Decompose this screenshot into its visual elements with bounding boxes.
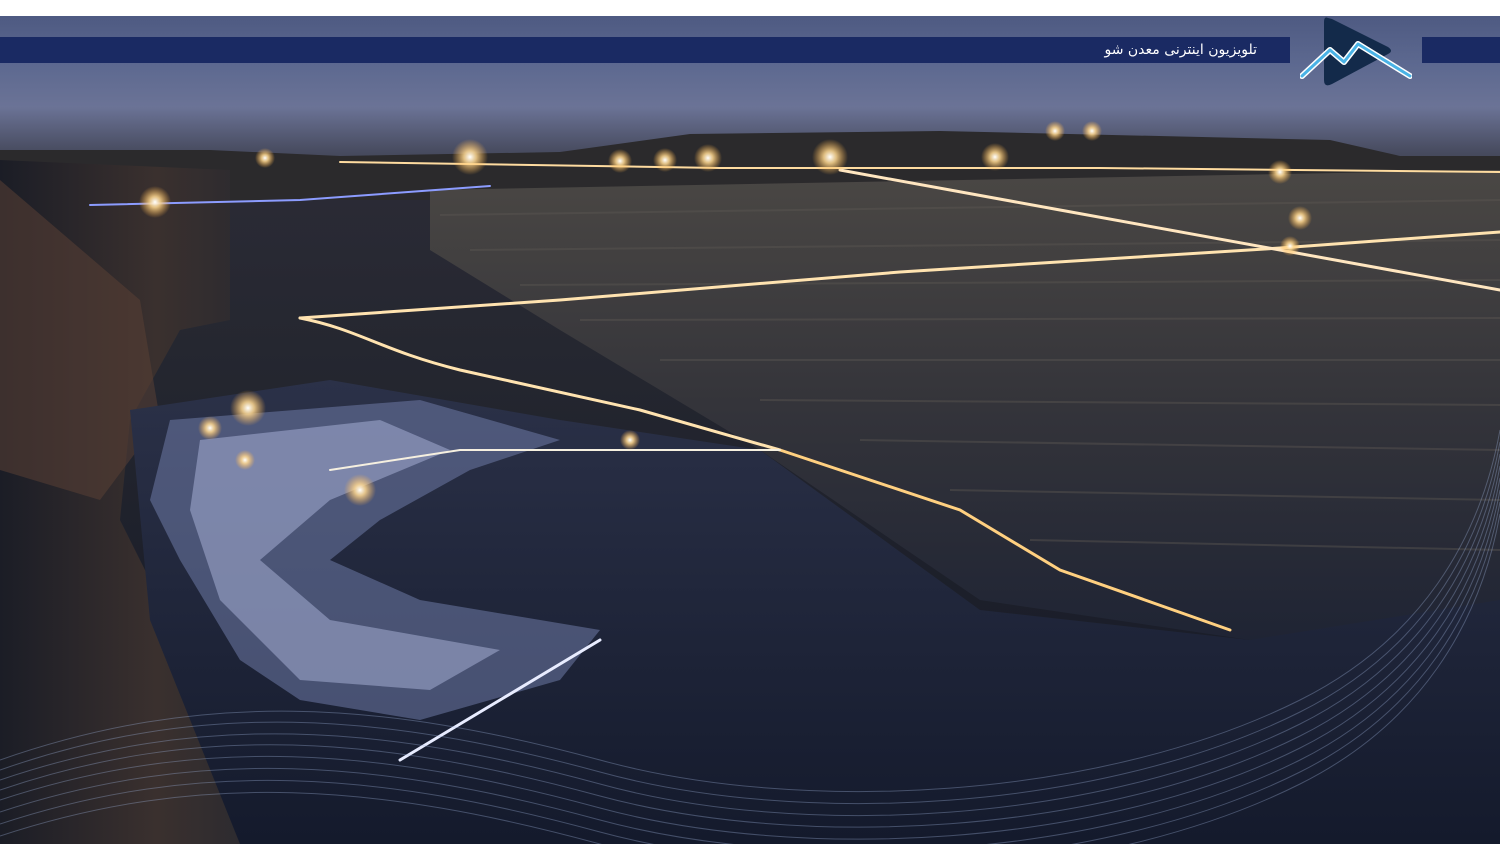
madanshow-logo-icon xyxy=(1299,14,1413,92)
title-band-right xyxy=(1422,37,1500,63)
top-white-strip xyxy=(0,0,1500,16)
mine-illustration xyxy=(0,121,1500,844)
title-band xyxy=(0,37,1290,63)
open-pit-mine-photo xyxy=(0,16,1500,844)
channel-caption: تلویزیون اینترنی معدن شو xyxy=(1104,42,1257,58)
